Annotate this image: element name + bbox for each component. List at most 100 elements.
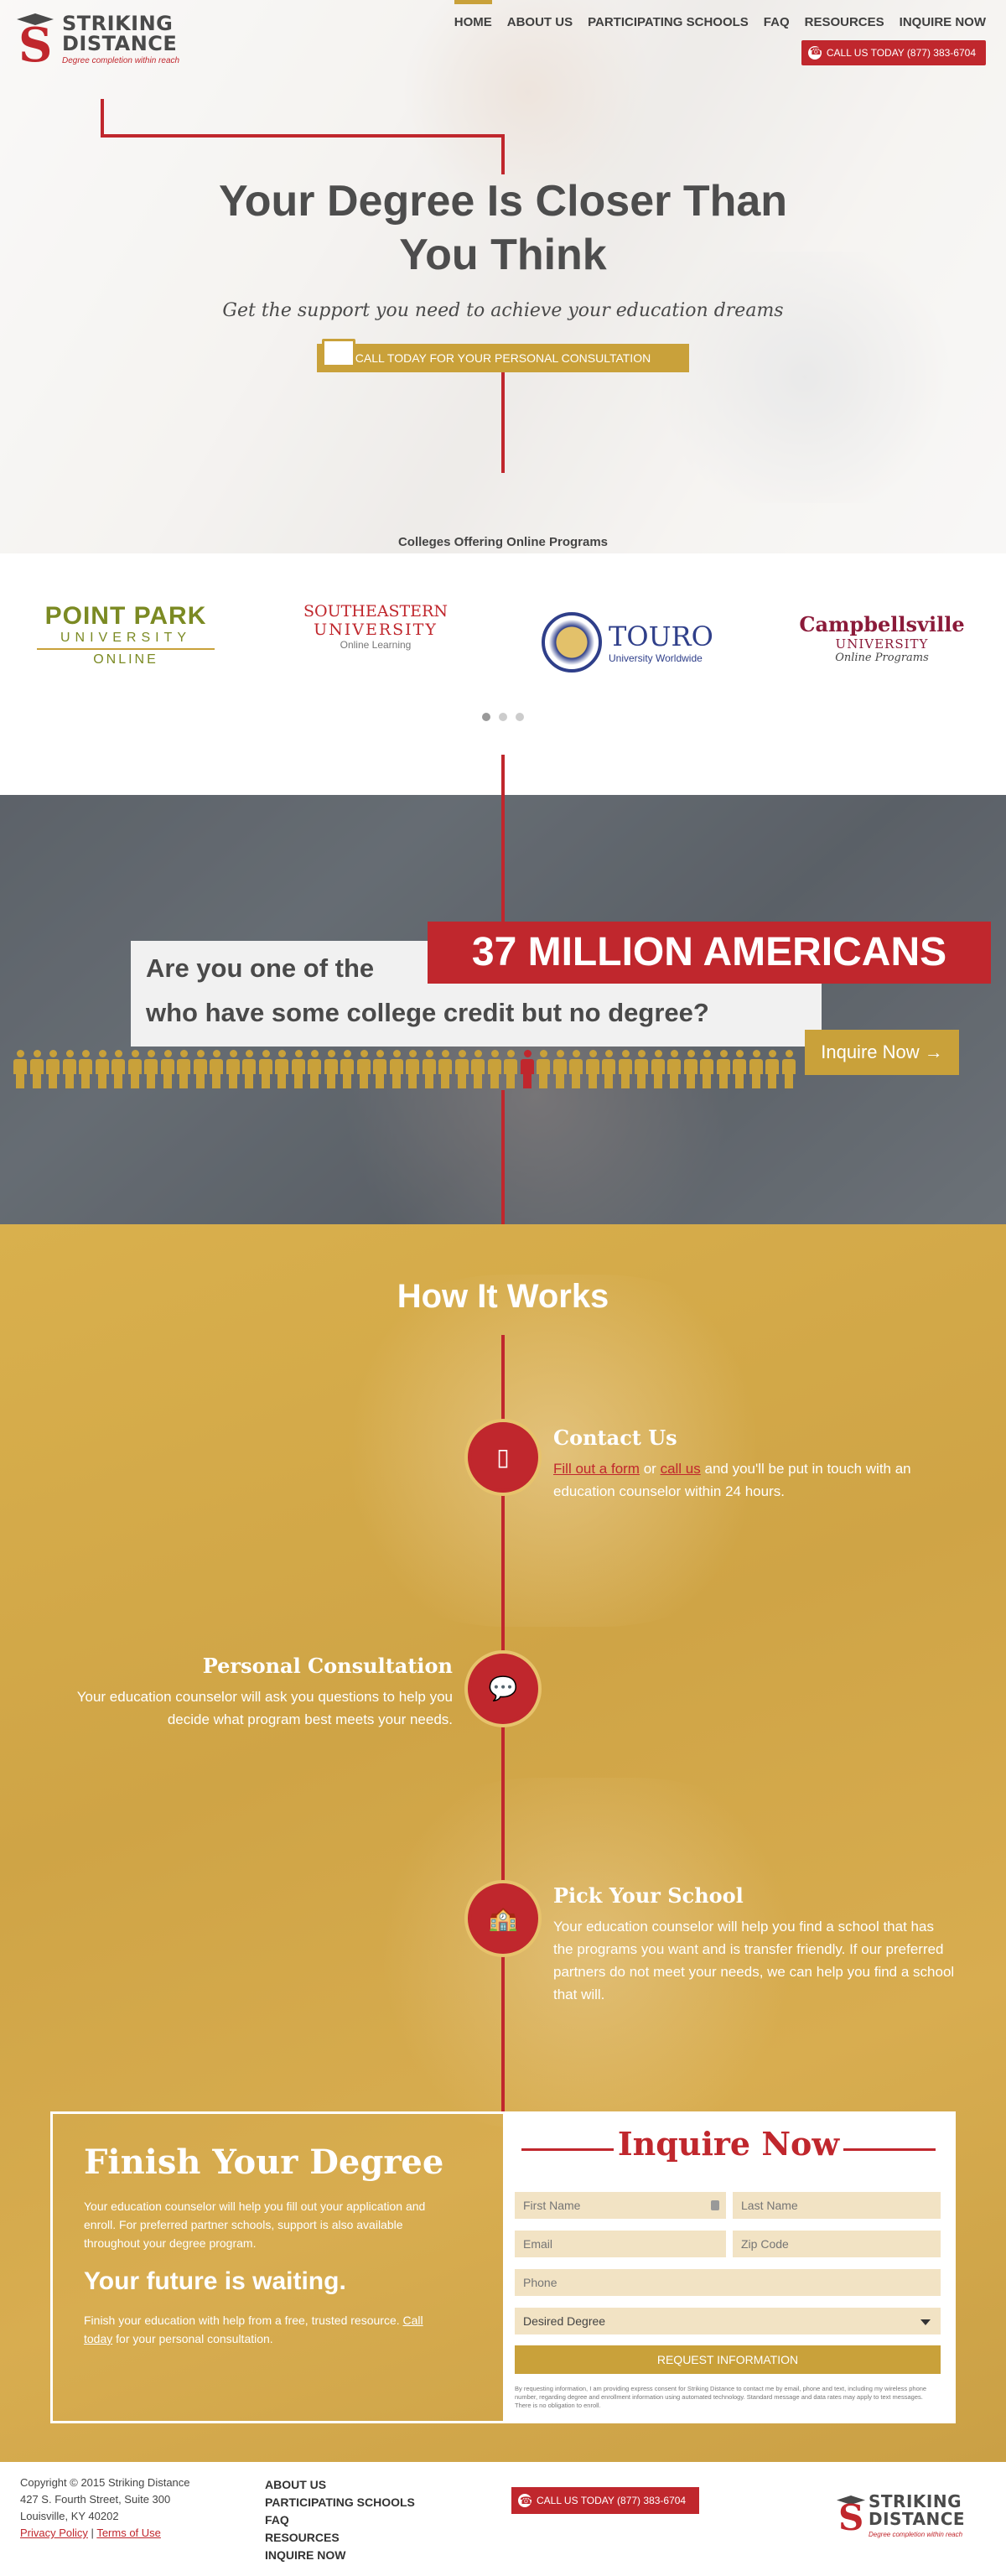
college-name: UNIVERSITY xyxy=(60,631,191,645)
footer-nav-participating-schools[interactable]: PARTICIPATING SCHOOLS xyxy=(265,2494,415,2511)
privacy-policy-link[interactable]: Privacy Policy xyxy=(20,2527,88,2539)
finish-title: Finish Your Degree xyxy=(84,2142,444,2182)
call-us-button-footer[interactable]: CALL US TODAY (877) 383-6704 xyxy=(511,2487,699,2514)
person-icon xyxy=(258,1050,272,1088)
inquiry-form-title: Inquire Now xyxy=(503,2125,954,2163)
logo-tagline: Degree completion within reach xyxy=(869,2531,963,2538)
chevron-down-icon xyxy=(920,2319,931,2325)
college-name: Campbellsville xyxy=(799,612,965,636)
person-icon xyxy=(111,1050,125,1088)
stat-highlight: 37 MILLION AMERICANS xyxy=(428,922,991,984)
call-us-link[interactable]: call us xyxy=(661,1461,701,1477)
person-icon xyxy=(389,1050,403,1088)
person-icon xyxy=(602,1050,615,1088)
site-logo[interactable]: S STRIKING DISTANCE Degree completion wi… xyxy=(15,10,179,69)
email-field[interactable] xyxy=(515,2231,726,2257)
person-icon xyxy=(29,1050,44,1088)
person-icon xyxy=(781,1050,796,1088)
how-photo-top xyxy=(319,1275,788,1627)
college-name: UNIVERSITY xyxy=(314,621,438,639)
person-icon xyxy=(356,1050,371,1088)
carousel-dot[interactable] xyxy=(499,713,507,721)
person-icon xyxy=(373,1050,386,1088)
person-icon xyxy=(569,1050,583,1088)
person-icon xyxy=(46,1050,60,1088)
nav-resources[interactable]: RESOURCES xyxy=(805,15,884,29)
person-icon xyxy=(406,1050,419,1088)
hero-subtitle: Get the support you need to achieve your… xyxy=(222,300,784,321)
nav-faq[interactable]: FAQ xyxy=(764,15,790,29)
college-logo-campbellsville[interactable]: Campbellsville UNIVERSITY Online Program… xyxy=(791,612,972,664)
nav-about-us[interactable]: ABOUT US xyxy=(507,15,573,29)
phone-field[interactable] xyxy=(515,2269,941,2296)
step-consultation-title: Personal Consultation xyxy=(202,1654,453,1678)
person-icon xyxy=(504,1050,517,1088)
person-icon xyxy=(716,1050,730,1088)
nav-participating-schools[interactable]: PARTICIPATING SCHOOLS xyxy=(588,15,749,29)
zip-code-field[interactable] xyxy=(733,2231,941,2257)
phone-icon: ▯ xyxy=(496,1444,510,1470)
nav-home[interactable]: HOME xyxy=(454,0,492,29)
college-logo-southeastern[interactable]: SOUTHEASTERN UNIVERSITY Online Learning xyxy=(283,602,468,651)
college-name: SOUTHEASTERN xyxy=(303,602,448,621)
last-name-field[interactable] xyxy=(733,2192,941,2219)
footer-nav: ABOUT US PARTICIPATING SCHOOLS FAQ RESOU… xyxy=(265,2476,415,2564)
touro-seal-icon xyxy=(542,612,602,673)
person-icon xyxy=(177,1050,190,1088)
person-icon xyxy=(95,1050,109,1088)
desired-degree-select[interactable]: Desired Degree xyxy=(515,2308,941,2334)
inquire-now-button[interactable]: Inquire Now → xyxy=(805,1030,959,1075)
first-name-field[interactable] xyxy=(515,2192,726,2219)
footer-nav-inquire-now[interactable]: INQUIRE NOW xyxy=(265,2547,415,2564)
inquiry-form: Inquire Now xyxy=(503,2113,954,2422)
logo-line1: STRIKING xyxy=(62,12,174,35)
college-name: Online Programs xyxy=(835,652,929,664)
finish-subtitle: Your future is waiting. xyxy=(84,2267,346,2295)
logo-line2: DISTANCE xyxy=(869,2509,966,2529)
question-line2: who have some college credit but no degr… xyxy=(146,998,709,1027)
footer-nav-resources[interactable]: RESOURCES xyxy=(265,2529,415,2547)
nav-inquire-now[interactable]: INQUIRE NOW xyxy=(900,15,986,29)
person-icon xyxy=(635,1050,648,1088)
person-icon xyxy=(520,1050,534,1088)
person-icon xyxy=(765,1050,779,1088)
logo-line2: DISTANCE xyxy=(62,32,178,55)
hero-title: Your Degree Is Closer Than You Think xyxy=(0,174,1006,282)
decor-line xyxy=(501,755,505,795)
logo-mark-icon: S xyxy=(15,10,57,69)
person-icon xyxy=(308,1050,321,1088)
logo-mark-icon: S xyxy=(837,2496,865,2538)
step-contact-body: Fill out a form or call us and you'll be… xyxy=(553,1457,956,1503)
how-it-works-title: How It Works xyxy=(397,1278,609,1315)
person-icon xyxy=(62,1050,76,1088)
footer-nav-about-us[interactable]: ABOUT US xyxy=(265,2476,415,2494)
step-contact-circle: ▯ xyxy=(464,1419,542,1496)
carousel-dot[interactable] xyxy=(482,713,490,721)
footer-nav-faq[interactable]: FAQ xyxy=(265,2511,415,2529)
consultation-cta-button[interactable]: CALL TODAY FOR YOUR PERSONAL CONSULTATIO… xyxy=(317,339,689,372)
terms-of-use-link[interactable]: Terms of Use xyxy=(96,2527,161,2539)
person-icon xyxy=(275,1050,288,1088)
decor-line xyxy=(501,134,505,174)
request-information-button[interactable]: REQUEST INFORMATION xyxy=(515,2345,941,2374)
call-us-button-top[interactable]: CALL US TODAY (877) 383-6704 xyxy=(801,40,986,65)
finish-p2-prefix: Finish your education with help from a f… xyxy=(84,2314,400,2327)
logo-tagline: Degree completion within reach xyxy=(62,56,180,65)
desired-degree-value: Desired Degree xyxy=(523,2314,606,2328)
step-contact-or: or xyxy=(643,1461,656,1477)
autofill-icon[interactable] xyxy=(711,2200,719,2210)
fill-form-link[interactable]: Fill out a form xyxy=(553,1461,640,1477)
footer-separator: | xyxy=(91,2527,94,2539)
finish-p2-suffix: for your personal consultation. xyxy=(116,2332,273,2345)
footer-logo[interactable]: S STRIKING DISTANCE Degree completion wi… xyxy=(835,2492,965,2539)
carousel-dot[interactable] xyxy=(516,713,524,721)
person-icon xyxy=(422,1050,436,1088)
person-icon xyxy=(210,1050,223,1088)
college-logo-touro[interactable]: TOURO University Worldwide xyxy=(542,612,721,673)
call-us-footer-label: CALL US TODAY (877) 383-6704 xyxy=(537,2495,687,2506)
person-icon xyxy=(242,1050,256,1088)
college-name: University Worldwide xyxy=(609,652,703,664)
college-logo-point-park[interactable]: POINT PARK UNIVERSITY ONLINE xyxy=(37,602,215,667)
finish-panel: Finish Your Degree Your education counse… xyxy=(84,2142,453,2348)
person-icon xyxy=(226,1050,240,1088)
